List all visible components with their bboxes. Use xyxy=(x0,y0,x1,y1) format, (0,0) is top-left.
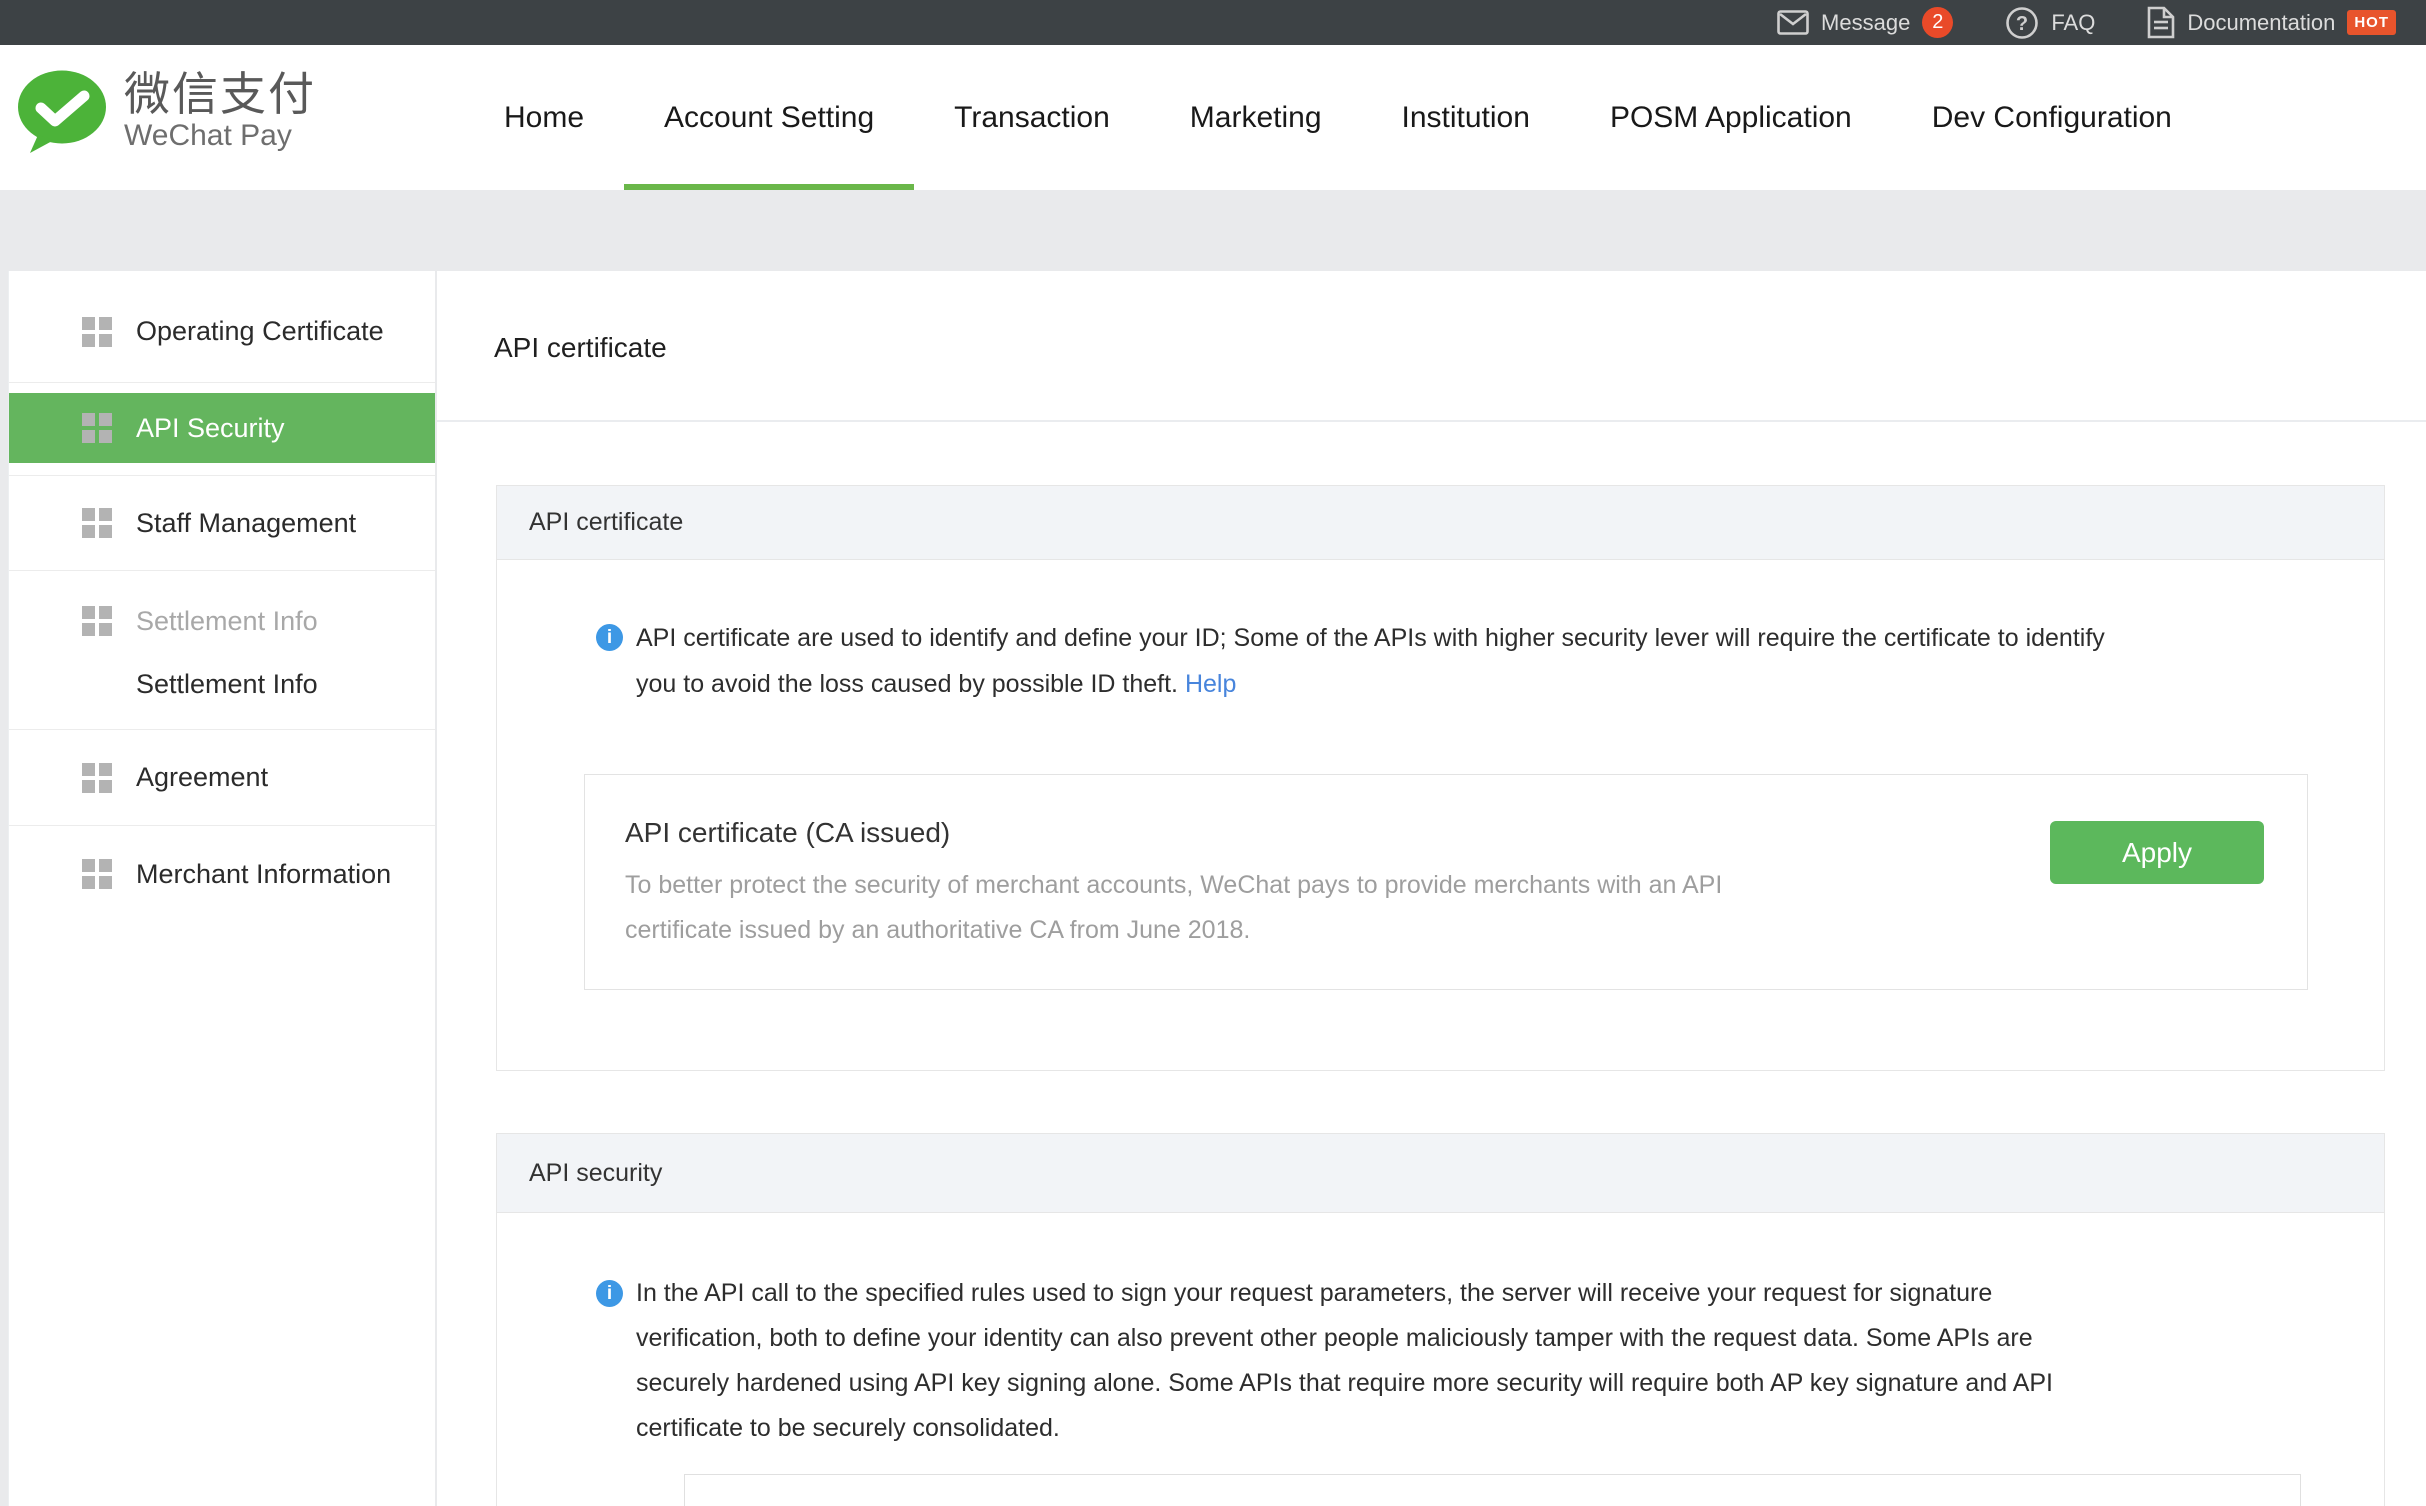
grid-icon xyxy=(82,763,112,793)
faq-label: FAQ xyxy=(2051,10,2095,36)
logo-text: 微信支付 WeChat Pay xyxy=(124,70,316,154)
sidebar-item-label: Settlement Info xyxy=(136,669,318,700)
hot-badge: HOT xyxy=(2347,10,2396,35)
wechat-pay-logo[interactable]: 微信支付 WeChat Pay xyxy=(16,69,316,155)
sidebar-item-operating-certificate[interactable]: Operating Certificate xyxy=(9,271,435,383)
api-certificate-panel: API certificate i API certificate are us… xyxy=(496,485,2385,1071)
api-certificate-panel-header: API certificate xyxy=(497,486,2384,560)
nav-institution-label: Institution xyxy=(1402,101,1530,135)
sidebar-item-agreement[interactable]: Agreement xyxy=(9,730,435,826)
nav-transaction[interactable]: Transaction xyxy=(954,45,1110,190)
grid-icon xyxy=(82,606,112,636)
sidebar-group-settlement: Settlement Info Settlement Info xyxy=(9,571,435,730)
apply-button[interactable]: Apply xyxy=(2050,821,2264,884)
main-nav: Home Account Setting Transaction Marketi… xyxy=(504,45,2172,190)
header: 微信支付 WeChat Pay Home Account Setting Tra… xyxy=(0,45,2426,190)
sidebar-item-label: API Security xyxy=(136,413,285,444)
nav-dev-configuration[interactable]: Dev Configuration xyxy=(1932,45,2172,190)
grid-icon xyxy=(82,413,112,443)
topbar: Message 2 ? FAQ Documentation HOT xyxy=(0,0,2426,45)
message-count-badge: 2 xyxy=(1922,7,1953,38)
grid-icon xyxy=(82,508,112,538)
info-icon: i xyxy=(596,624,623,651)
message-label: Message xyxy=(1821,10,1910,36)
message-icon xyxy=(1777,10,1809,35)
nav-institution[interactable]: Institution xyxy=(1402,45,1530,190)
nav-dev-configuration-label: Dev Configuration xyxy=(1932,101,2172,135)
ca-issued-card-description: To better protect the security of mercha… xyxy=(625,863,2005,953)
api-security-info-row: i In the API call to the specified rules… xyxy=(596,1271,2384,1451)
sidebar-item-settlement-info-sub[interactable]: Settlement Info xyxy=(9,656,435,712)
sidebar-item-label: Operating Certificate xyxy=(136,316,384,347)
wechat-bubble-icon xyxy=(16,69,108,155)
grid-icon xyxy=(82,859,112,889)
logo-cn: 微信支付 xyxy=(124,70,316,118)
api-security-info-text: In the API call to the specified rules u… xyxy=(636,1271,2053,1451)
grid-icon xyxy=(82,317,112,347)
topbar-message[interactable]: Message 2 xyxy=(1777,7,1953,38)
api-security-panel-header: API security xyxy=(497,1134,2384,1213)
nav-posm-application-label: POSM Application xyxy=(1610,101,1852,135)
nav-home[interactable]: Home xyxy=(504,45,584,190)
sidebar-item-settlement-info-disabled: Settlement Info xyxy=(9,586,435,656)
title-divider xyxy=(437,420,2426,422)
question-circle-icon: ? xyxy=(2005,6,2039,40)
api-security-inner-box xyxy=(684,1474,2301,1506)
sidebar-item-label: Staff Management xyxy=(136,508,356,539)
main-content: API certificate API certificate i API ce… xyxy=(437,271,2426,1506)
api-certificate-info-row: i API certificate are used to identify a… xyxy=(596,615,2384,707)
info-icon: i xyxy=(596,1280,623,1307)
active-nav-underline xyxy=(624,184,914,190)
topbar-faq[interactable]: ? FAQ xyxy=(2005,6,2095,40)
document-icon xyxy=(2147,6,2175,39)
nav-posm-application[interactable]: POSM Application xyxy=(1610,45,1852,190)
nav-marketing[interactable]: Marketing xyxy=(1190,45,1322,190)
nav-marketing-label: Marketing xyxy=(1190,101,1322,135)
api-certificate-info-text: API certificate are used to identify and… xyxy=(636,615,2105,707)
sidebar-item-merchant-information[interactable]: Merchant Information xyxy=(9,826,435,922)
svg-text:?: ? xyxy=(2016,13,2028,35)
sidebar-item-label: Agreement xyxy=(136,762,268,793)
ca-issued-card: API certificate (CA issued) To better pr… xyxy=(584,774,2308,990)
help-link[interactable]: Help xyxy=(1185,670,1236,698)
sidebar-item-label: Settlement Info xyxy=(136,606,318,637)
nav-home-label: Home xyxy=(504,101,584,135)
nav-account-setting[interactable]: Account Setting xyxy=(664,45,874,190)
info-text-body: API certificate are used to identify and… xyxy=(636,624,2105,698)
page-title: API certificate xyxy=(494,332,667,364)
sidebar-item-label: Merchant Information xyxy=(136,859,391,890)
sidebar: Operating Certificate API Security Staff… xyxy=(8,271,435,1506)
sidebar-item-staff-management[interactable]: Staff Management xyxy=(9,475,435,571)
api-security-panel: API security i In the API call to the sp… xyxy=(496,1133,2385,1506)
logo-en: WeChat Pay xyxy=(124,118,316,154)
documentation-label: Documentation xyxy=(2187,10,2335,36)
sidebar-item-api-security[interactable]: API Security xyxy=(9,393,435,463)
nav-account-setting-label: Account Setting xyxy=(664,101,874,135)
topbar-documentation[interactable]: Documentation HOT xyxy=(2147,6,2396,39)
nav-transaction-label: Transaction xyxy=(954,101,1110,135)
